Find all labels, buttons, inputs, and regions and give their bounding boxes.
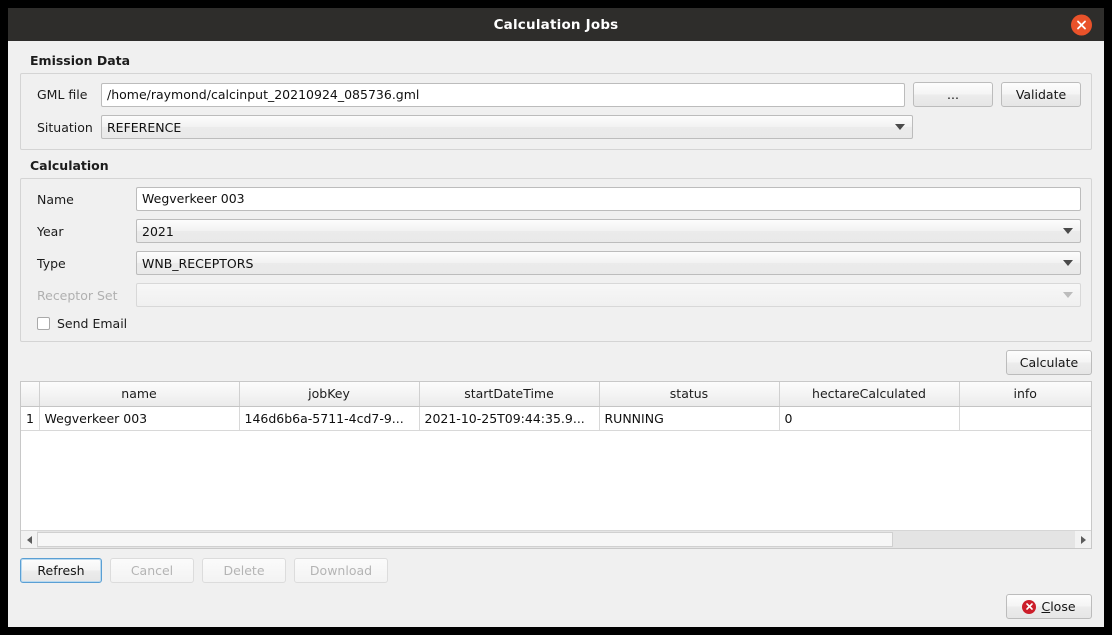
receptor-set-row: Receptor Set: [31, 283, 1081, 307]
arrow-left-icon: [27, 536, 32, 544]
scroll-left-button[interactable]: [21, 531, 37, 548]
job-action-bar: Refresh Cancel Delete Download: [20, 558, 1092, 583]
cell-hectarecalculated: 0: [779, 406, 959, 430]
situation-value: REFERENCE: [107, 120, 181, 135]
close-bar: Close: [20, 594, 1092, 619]
name-input[interactable]: Wegverkeer 003: [136, 187, 1081, 211]
table-empty-area: [21, 431, 1091, 531]
cell-startdatetime: 2021-10-25T09:44:35.9...: [419, 406, 599, 430]
type-select[interactable]: WNB_RECEPTORS: [136, 251, 1081, 275]
send-email-row: Send Email: [31, 316, 1081, 331]
send-email-label: Send Email: [57, 316, 127, 331]
type-label: Type: [31, 256, 136, 271]
validate-button[interactable]: Validate: [1001, 82, 1081, 107]
close-mnemonic: C: [1041, 599, 1050, 614]
type-row: Type WNB_RECEPTORS: [31, 251, 1081, 275]
chevron-down-icon: [1063, 228, 1073, 234]
gml-file-row: GML file /home/raymond/calcinput_2021092…: [31, 82, 1081, 107]
send-email-checkbox[interactable]: [37, 317, 50, 330]
jobs-table-container: name jobKey startDateTime status hectare…: [20, 381, 1092, 549]
type-value: WNB_RECEPTORS: [142, 256, 253, 271]
receptor-set-label: Receptor Set: [31, 288, 136, 303]
scrollbar-track[interactable]: [37, 531, 1075, 548]
close-button[interactable]: Close: [1006, 594, 1092, 619]
chevron-down-icon: [1063, 292, 1073, 298]
column-header-name[interactable]: name: [39, 382, 239, 406]
year-row: Year 2021: [31, 219, 1081, 243]
scrollbar-thumb[interactable]: [37, 532, 893, 547]
delete-job-button: Delete: [202, 558, 286, 583]
refresh-button[interactable]: Refresh: [20, 558, 102, 583]
table-header-row: name jobKey startDateTime status hectare…: [21, 382, 1091, 406]
close-x-glyph: [1076, 19, 1087, 30]
calculate-button[interactable]: Calculate: [1006, 350, 1092, 375]
gml-file-input[interactable]: /home/raymond/calcinput_20210924_085736.…: [101, 83, 905, 107]
receptor-set-select: [136, 283, 1081, 307]
jobs-table: name jobKey startDateTime status hectare…: [21, 382, 1091, 431]
cell-name: Wegverkeer 003: [39, 406, 239, 430]
name-label: Name: [31, 192, 136, 207]
close-label-rest: lose: [1050, 599, 1075, 614]
close-x-icon: [1022, 600, 1036, 614]
window-close-icon[interactable]: [1071, 14, 1092, 35]
row-index: 1: [21, 406, 39, 430]
column-header-startdatetime[interactable]: startDateTime: [419, 382, 599, 406]
situation-select[interactable]: REFERENCE: [101, 115, 913, 139]
title-bar: Calculation Jobs: [8, 8, 1104, 41]
name-row: Name Wegverkeer 003: [31, 187, 1081, 211]
cancel-job-button: Cancel: [110, 558, 194, 583]
emission-data-group: GML file /home/raymond/calcinput_2021092…: [20, 73, 1092, 150]
situation-label: Situation: [31, 120, 101, 135]
table-horizontal-scrollbar[interactable]: [21, 530, 1091, 548]
calculation-group: Name Wegverkeer 003 Year 2021 Type WNB_R…: [20, 178, 1092, 342]
window-title: Calculation Jobs: [494, 17, 619, 33]
calculate-bar: Calculate: [20, 350, 1092, 375]
close-button-label: Close: [1041, 599, 1075, 614]
browse-button[interactable]: ...: [913, 82, 993, 107]
column-header-info[interactable]: info: [959, 382, 1091, 406]
column-header-status[interactable]: status: [599, 382, 779, 406]
gml-file-label: GML file: [31, 87, 101, 102]
emission-data-group-title: Emission Data: [30, 53, 1092, 68]
rownum-header: [21, 382, 39, 406]
year-label: Year: [31, 224, 136, 239]
calculation-jobs-dialog: Calculation Jobs Emission Data GML file …: [8, 8, 1104, 627]
dialog-body: Emission Data GML file /home/raymond/cal…: [8, 41, 1104, 627]
column-header-jobkey[interactable]: jobKey: [239, 382, 419, 406]
table-row[interactable]: 1 Wegverkeer 003 146d6b6a-5711-4cd7-9...…: [21, 406, 1091, 430]
year-value: 2021: [142, 224, 174, 239]
chevron-down-icon: [1063, 260, 1073, 266]
scroll-right-button[interactable]: [1075, 531, 1091, 548]
cell-jobkey: 146d6b6a-5711-4cd7-9...: [239, 406, 419, 430]
download-button: Download: [294, 558, 388, 583]
year-select[interactable]: 2021: [136, 219, 1081, 243]
calculation-group-title: Calculation: [30, 158, 1092, 173]
arrow-right-icon: [1081, 536, 1086, 544]
situation-row: Situation REFERENCE: [31, 115, 1081, 139]
cell-info: [959, 406, 1091, 430]
column-header-hectarecalculated[interactable]: hectareCalculated: [779, 382, 959, 406]
cell-status: RUNNING: [599, 406, 779, 430]
close-x-glyph: [1025, 602, 1034, 611]
chevron-down-icon: [895, 124, 905, 130]
gml-file-buttons: ... Validate: [913, 82, 1081, 107]
